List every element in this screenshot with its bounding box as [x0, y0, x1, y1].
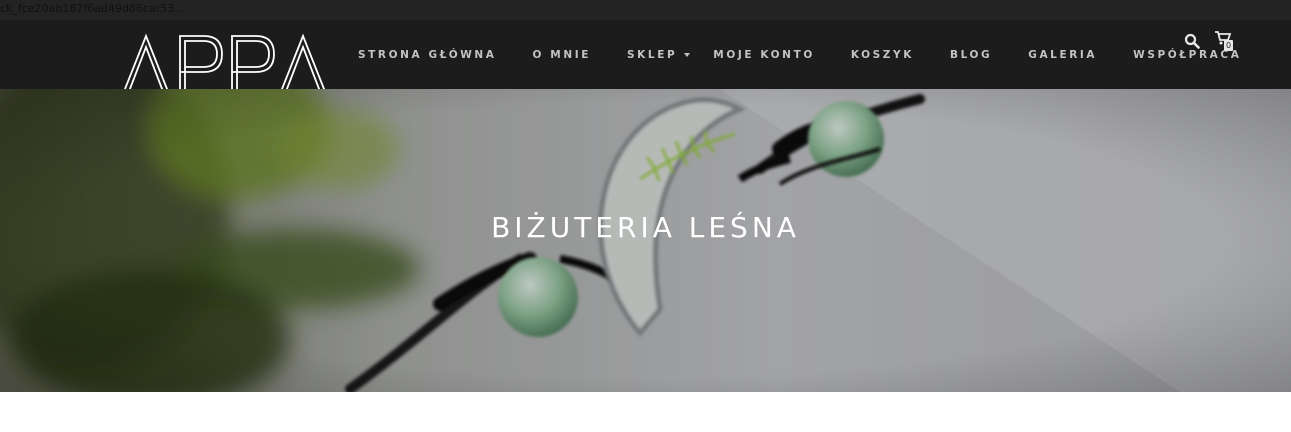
- cart-count-badge: 0: [1224, 40, 1234, 51]
- nav-item-moje-konto[interactable]: MOJE KONTO: [695, 49, 833, 61]
- chevron-down-icon: [684, 52, 691, 57]
- nav-item-koszyk[interactable]: KOSZYK: [833, 49, 932, 61]
- appa-logo-mark: [122, 33, 327, 95]
- browser-top-strip: ck_fce20ab187f6ad49d86car53...: [0, 0, 1291, 20]
- nav-item-blog[interactable]: BLOG: [932, 49, 1010, 61]
- hero-banner: BIŻUTERIA LEŚNA: [0, 89, 1291, 392]
- nav-item-o-mnie[interactable]: O MNIE: [515, 49, 610, 61]
- site-logo[interactable]: [121, 32, 329, 96]
- url-fragment: ck_fce20ab187f6ad49d86car53...: [0, 2, 185, 15]
- nav-item-sklep[interactable]: SKLEP: [609, 49, 695, 61]
- main-menu: STRONA GŁÓWNA O MNIE SKLEP MOJE KONTO KO…: [340, 20, 1259, 89]
- cart-button[interactable]: 0: [1214, 30, 1240, 56]
- main-navbar: STRONA GŁÓWNA O MNIE SKLEP MOJE KONTO KO…: [0, 20, 1291, 95]
- nav-item-galeria[interactable]: GALERIA: [1010, 49, 1115, 61]
- hero-title: BIŻUTERIA LEŚNA: [491, 211, 800, 244]
- nav-item-strona-glowna[interactable]: STRONA GŁÓWNA: [340, 49, 515, 61]
- search-icon[interactable]: [1184, 33, 1200, 49]
